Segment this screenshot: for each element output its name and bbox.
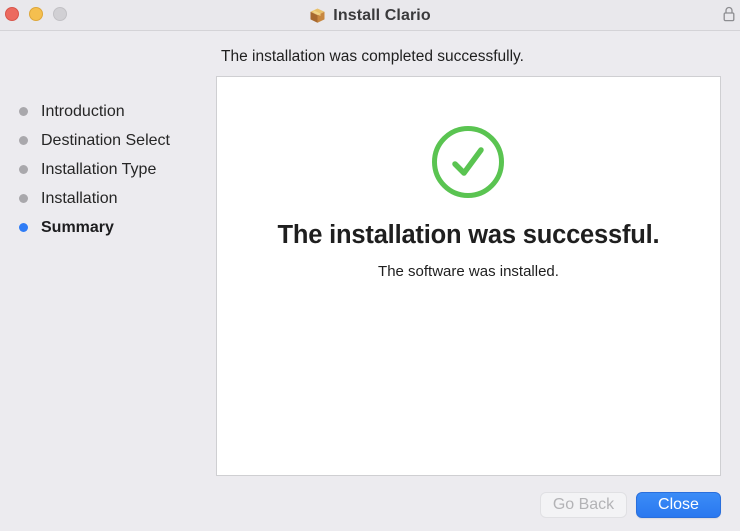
- step-bullet-icon: [19, 107, 28, 116]
- title-bar: Install Clario: [0, 0, 740, 31]
- success-title: The installation was successful.: [277, 221, 660, 249]
- step-label: Introduction: [41, 102, 125, 120]
- lock-icon[interactable]: [723, 6, 735, 22]
- step-bullet-icon: [19, 136, 28, 145]
- sidebar-step-destination-select: Destination Select: [0, 126, 210, 155]
- step-bullet-icon: [19, 165, 28, 174]
- steps-sidebar: Introduction Destination Select Installa…: [0, 97, 210, 242]
- close-button[interactable]: Close: [636, 492, 721, 518]
- step-label: Destination Select: [41, 131, 170, 149]
- sidebar-step-summary: Summary: [0, 213, 210, 242]
- window-title: Install Clario: [333, 6, 431, 24]
- window-title-inner: Install Clario: [309, 6, 431, 25]
- go-back-button[interactable]: Go Back: [540, 492, 627, 518]
- page-header: The installation was completed successfu…: [221, 48, 524, 65]
- window-title-group: Install Clario: [0, 0, 740, 31]
- sidebar-step-installation-type: Installation Type: [0, 155, 210, 184]
- step-bullet-active-icon: [19, 223, 28, 232]
- success-subtitle: The software was installed.: [378, 263, 559, 280]
- step-bullet-icon: [19, 194, 28, 203]
- checkmark-circle-icon: [432, 126, 504, 198]
- content-panel: The installation was successful. The sof…: [216, 76, 721, 476]
- package-icon: [310, 8, 325, 23]
- step-label: Installation: [41, 189, 118, 207]
- sidebar-step-installation: Installation: [0, 184, 210, 213]
- installer-window: Install Clario The installation was comp…: [0, 0, 740, 531]
- sidebar-step-introduction: Introduction: [0, 97, 210, 126]
- step-label: Installation Type: [41, 160, 157, 178]
- step-label: Summary: [41, 218, 114, 236]
